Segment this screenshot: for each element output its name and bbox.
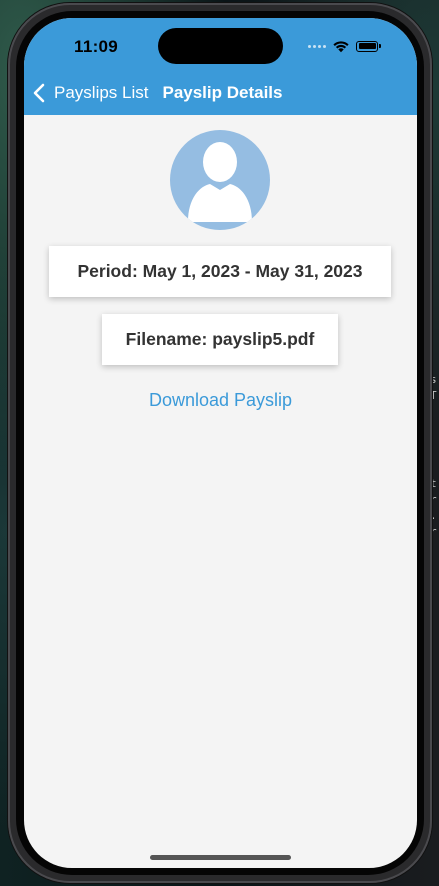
back-button[interactable]: Payslips List xyxy=(32,83,148,103)
period-card: Period: May 1, 2023 - May 31, 2023 xyxy=(49,246,391,297)
status-indicators xyxy=(308,38,381,54)
download-payslip-link[interactable]: Download Payslip xyxy=(24,390,417,411)
status-time: 11:09 xyxy=(74,37,119,56)
navigation-header: 11:09 Payslips List Payslip Details xyxy=(24,18,417,115)
dynamic-island xyxy=(158,28,283,64)
chevron-left-icon xyxy=(33,83,45,103)
pay-period-text: Period: May 1, 2023 - May 31, 2023 xyxy=(77,261,363,281)
avatar xyxy=(170,130,270,230)
phone-screen: 11:09 Payslips List Payslip Details Peri… xyxy=(24,18,417,868)
page-title: Payslip Details xyxy=(162,83,283,102)
cellular-signal-icon xyxy=(308,44,326,48)
battery-icon xyxy=(356,40,381,52)
back-button-label: Payslips List xyxy=(54,83,149,102)
filename-card: Filename: payslip5.pdf xyxy=(102,314,338,365)
nav-bar: Payslips List Payslip Details xyxy=(24,79,417,107)
person-silhouette-icon xyxy=(188,142,252,222)
wifi-icon xyxy=(333,41,349,53)
filename-text: Filename: payslip5.pdf xyxy=(125,329,315,349)
home-indicator[interactable] xyxy=(150,855,291,860)
